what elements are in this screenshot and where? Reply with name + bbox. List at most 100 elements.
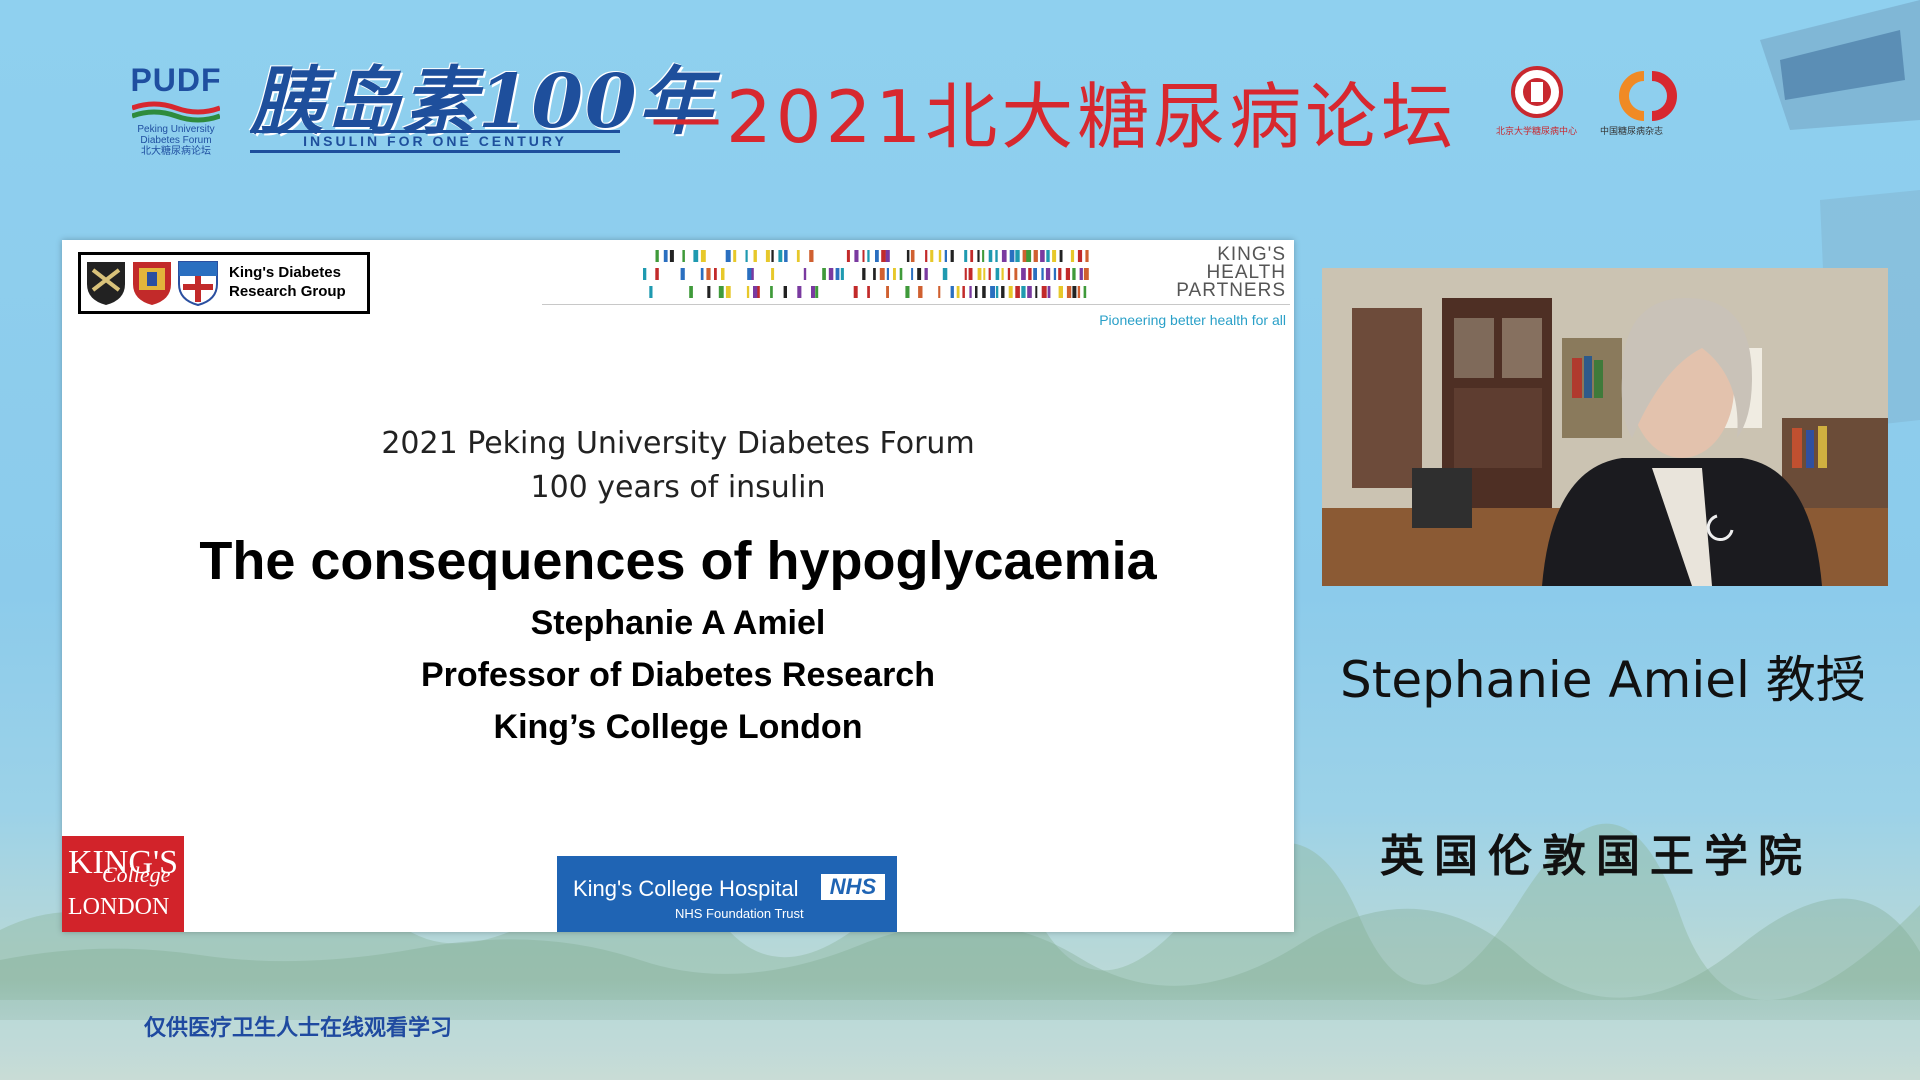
khp-stripe [770,286,773,298]
forum-title: —2021北大糖尿病论坛 [650,75,1458,159]
khp-stripe [899,268,903,280]
khp-stripe [1001,250,1007,262]
kcl-logo-college: College [102,862,171,887]
khp-stripe [1077,250,1083,262]
speaker-affiliation: 英国伦敦国王学院 [1380,831,1812,882]
viewing-disclaimer: 仅供医疗卫生人士在线观看学习 [144,1016,453,1041]
khp-stripe [725,250,731,262]
khp-stripe [1009,250,1015,262]
slide-title: The consequences of hypoglycaemia [199,531,1157,591]
khp-stripe [1083,268,1089,280]
khp-stripe [655,250,659,262]
pudf-logo: PUDF Peking University Diabetes Forum 北大… [128,62,224,162]
khp-stripe [1045,268,1051,280]
khp-stripe [995,250,998,262]
speaker-name: Stephanie Amiel 教授 [1340,651,1866,709]
khp-stripe [1058,286,1063,298]
khp-stripe [862,250,865,262]
khp-stripe [1065,268,1070,280]
khp-stripe [982,286,986,298]
khp-stripe [969,286,972,298]
khp-stripe [942,268,948,280]
khp-stripe [917,268,922,280]
khp-stripe [886,286,889,298]
khp-tagline: Pioneering better health for all [1099,312,1286,328]
pudf-wave-icon [132,101,220,123]
khp-stripe [700,250,706,262]
speaker-video [1322,268,1888,586]
pudf-chinese: 北大糖尿病论坛 [141,146,211,157]
slide-insulin-line: 100 years of insulin [530,470,826,505]
khp-stripe [1047,286,1051,298]
khp-stripe [964,250,968,262]
khp-stripe [854,250,859,262]
pku-logo-caption: 北京大学糖尿病中心 [1496,127,1578,137]
khp-stripe [721,268,725,280]
khp-stripe [1007,268,1011,280]
khp-stripe [867,286,870,298]
kdrg-line1: King's Diabetes [229,264,341,281]
insulin-century-bar: INSULIN FOR ONE CENTURY [250,130,620,153]
khp-stripe [771,268,775,280]
khp-stripe [693,250,699,262]
khp-stripe [1085,250,1089,262]
khp-stripe [1083,286,1087,298]
khp-stripe [725,286,731,298]
khp-stripe [1022,250,1027,262]
khp-stripe [944,250,947,262]
khp-stripe [938,286,941,298]
khp-stripe [747,268,752,280]
khp-stripe [1028,268,1032,280]
khp-stripe [1001,268,1004,280]
khp-stripe [753,286,758,298]
khp-stripe [950,286,954,298]
khp-stripe [1021,268,1026,280]
insulin-bar-bottom-line [250,150,620,153]
khp-stripe [797,286,802,298]
kch-trust: NHS Foundation Trust [675,906,804,921]
khp-stripe [1066,286,1072,298]
khp-stripe [1027,286,1032,298]
cdj-mark-icon [1619,71,1677,121]
khp-line3: PARTNERS [1176,280,1286,301]
khp-stripe [718,286,724,298]
khp-stripe [809,250,814,262]
khp-stripe [910,250,915,262]
khp-stripe [1046,250,1050,262]
insulin-century-subtitle: INSULIN FOR ONE CENTURY [303,133,567,149]
khp-stripe [655,268,659,280]
khp-stripe [815,286,819,298]
pudf-subtitle: Peking University Diabetes Forum 北大糖尿病论坛 [128,124,224,157]
khp-stripe [828,268,834,280]
cdj-logo: 中国糖尿病杂志 [1600,70,1696,137]
khp-stripe [1033,250,1038,262]
khp-stripe [680,268,685,280]
khp-stripe [846,250,850,262]
khp-stripe [853,286,858,298]
khp-stripe [1015,250,1020,262]
kings-health-partners-logo: KING'S HEALTH PARTNERS [542,244,1294,306]
kings-diabetes-research-group-logo: King's Diabetes Research Group [78,252,370,314]
khp-stripe [1041,268,1044,280]
khp-stripe [995,268,1000,280]
khp-stripe [663,250,668,262]
crest-icon-1 [87,262,125,305]
header-banner: PUDF Peking University Diabetes Forum 北大… [0,0,1920,180]
khp-stripe [1041,286,1047,298]
khp-stripe [669,250,674,262]
khp-stripe [1033,268,1037,280]
khp-stripe [714,268,717,280]
khp-stripe [649,286,653,298]
khp-stripe [990,286,995,298]
kdrg-line2: Research Group [229,283,346,300]
khp-stripe [1077,286,1081,298]
khp-stripe [873,268,876,280]
kch-name: King's College Hospital [573,876,799,901]
khp-stripe [1015,286,1020,298]
slide-author: Stephanie A Amiel [530,604,826,642]
khp-stripe [783,286,787,298]
khp-stripe [1072,268,1076,280]
pudf-acronym: PUDF [130,62,222,98]
kdrg-text: King's Diabetes Research Group [229,263,346,301]
khp-stripe [962,286,965,298]
